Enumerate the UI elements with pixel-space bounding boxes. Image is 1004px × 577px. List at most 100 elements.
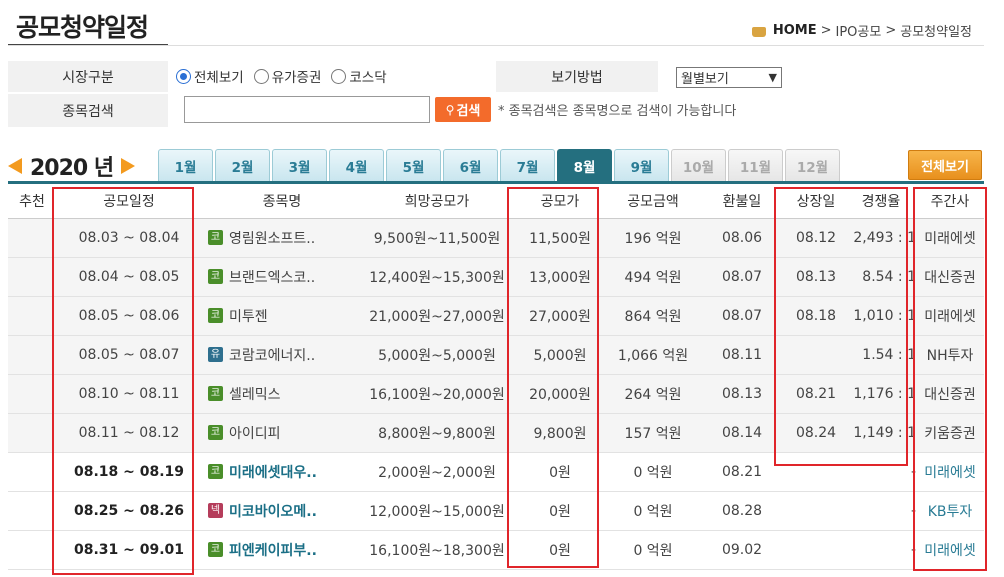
market-radio-group: 전체보기 유가증권 코스닥 [176,66,387,86]
month-tab[interactable]: 8월 [557,149,612,181]
amount-cell: 0 억원 [608,452,698,492]
year-label: 2020 년 [30,156,114,181]
home-icon [751,26,766,37]
amount-cell: 494 억원 [608,257,698,297]
header-recommend: 추천 [8,184,56,219]
stock-name-link[interactable]: 미래에셋대우.. [229,465,317,481]
month-tab[interactable]: 4월 [329,149,384,181]
stock-name-link[interactable]: 아이디피 [229,426,281,442]
prev-year-arrow-icon[interactable] [8,158,22,174]
name-cell: 코 브랜드엑스코.. [202,257,362,297]
radio-kosdaq-indicator[interactable] [331,68,347,84]
radio-kospi-label[interactable]: 유가증권 [272,66,322,86]
name-cell: 코 미래에셋대우.. [202,452,362,492]
listing-cell [786,335,846,375]
month-tab[interactable]: 2월 [215,149,270,181]
refund-cell: 08.07 [698,257,786,297]
schedule-cell: 08.04 ~ 08.05 [56,257,202,297]
breadcrumb-home[interactable]: HOME [773,23,817,38]
hope-price-cell: 5,000원~5,000원 [362,335,512,375]
offer-price-cell: 13,000원 [512,257,608,297]
view-method-select[interactable]: 월별보기 ▼ [676,67,782,88]
breadcrumb-ipo[interactable]: IPO공모 [836,21,882,40]
ratio-cell: - [846,530,916,570]
view-method-value: 월별보기 [681,72,729,87]
radio-all[interactable]: 전체보기 [176,66,244,86]
month-tab: 11월 [728,149,783,181]
hope-price-cell: 8,800원~9,800원 [362,413,512,453]
refund-cell: 08.28 [698,491,786,531]
search-label: 종목검색 [8,94,168,127]
stock-name-link[interactable]: 코람코에너지.. [229,348,315,364]
refund-cell: 09.02 [698,530,786,570]
underwriter-cell: 미래에셋 [916,452,984,492]
offer-price-cell: 27,000원 [512,296,608,336]
header-offer-price: 공모가 [512,184,608,219]
month-tab[interactable]: 3월 [272,149,327,181]
hope-price-cell: 12,000원~15,000원 [362,491,512,531]
hope-price-cell: 16,100원~20,000원 [362,374,512,414]
table-header-row: 추천 공모일정 종목명 희망공모가 공모가 공모금액 환불일 상장일 경쟁율 주… [8,184,984,219]
view-all-button[interactable]: 전체보기 [908,150,982,180]
month-tab[interactable]: 7월 [500,149,555,181]
breadcrumb-separator: > [820,23,832,38]
name-cell: 코 피엔케이피부.. [202,530,362,570]
underwriter-cell: KB투자 [916,491,984,531]
ratio-cell: - [846,491,916,531]
name-cell: 넥 미코바이오메.. [202,491,362,531]
offer-price-cell: 11,500원 [512,218,608,258]
stock-name-link[interactable]: 브랜드엑스코.. [229,270,315,286]
ratio-cell: 1,176 : 1 [846,374,916,414]
stock-name-link[interactable]: 피엔케이피부.. [229,543,317,559]
breadcrumb-current: 공모청약일정 [900,25,972,40]
market-badge: 코 [208,269,223,284]
market-badge: 코 [208,425,223,440]
schedule-cell: 08.10 ~ 08.11 [56,374,202,414]
offer-price-cell: 5,000원 [512,335,608,375]
refund-cell: 08.11 [698,335,786,375]
stock-name-link[interactable]: 미투젠 [229,309,268,325]
market-badge: 코 [208,386,223,401]
hope-price-cell: 12,400원~15,300원 [362,257,512,297]
radio-all-indicator[interactable] [176,68,191,84]
ratio-cell: 8.54 : 1 [846,257,916,297]
offer-price-cell: 0원 [512,452,608,492]
month-tab: 10월 [671,149,726,181]
radio-kospi-indicator[interactable] [253,68,269,84]
search-button[interactable]: ⚲ 검색 [435,97,491,122]
name-cell: 코 영림원소프트.. [202,218,362,258]
month-tab[interactable]: 5월 [386,149,441,181]
radio-kosdaq-label[interactable]: 코스닥 [349,66,386,86]
stock-name-link[interactable]: 미코바이오메.. [229,504,317,520]
name-cell: 유 코람코에너지.. [202,335,362,375]
search-button-label: 검색 [456,104,481,119]
listing-cell: 08.21 [786,374,846,414]
hope-price-cell: 9,500원~11,500원 [362,218,512,258]
radio-kospi[interactable]: 유가증권 [253,66,322,86]
schedule-cell: 08.18 ~ 08.19 [56,452,202,492]
underwriter-cell: 대신증권 [916,257,984,297]
radio-kosdaq[interactable]: 코스닥 [331,66,387,86]
month-tab[interactable]: 9월 [614,149,669,181]
table-body: 08.03 ~ 08.04 코 영림원소프트.. 9,500원~11,500원 11,5… [8,218,984,570]
header-schedule: 공모일정 [56,184,202,219]
name-cell: 코 아이디피 [202,413,362,453]
name-cell: 코 미투젠 [202,296,362,336]
listing-cell: 08.24 [786,413,846,453]
amount-cell: 864 억원 [608,296,698,336]
recommend-cell [8,452,56,492]
next-year-arrow-icon[interactable] [121,158,136,174]
market-badge: 코 [208,542,223,557]
month-tab[interactable]: 6월 [443,149,498,181]
recommend-cell [8,296,56,336]
header-refund: 환불일 [698,184,786,219]
search-input[interactable] [184,96,430,123]
amount-cell: 1,066 억원 [608,335,698,375]
month-tab[interactable]: 1월 [158,149,213,181]
stock-name-link[interactable]: 셀레믹스 [229,387,281,403]
stock-name-link[interactable]: 영림원소프트.. [229,231,315,247]
radio-all-label[interactable]: 전체보기 [194,66,244,86]
listing-cell [786,530,846,570]
amount-cell: 157 억원 [608,413,698,453]
amount-cell: 0 억원 [608,530,698,570]
